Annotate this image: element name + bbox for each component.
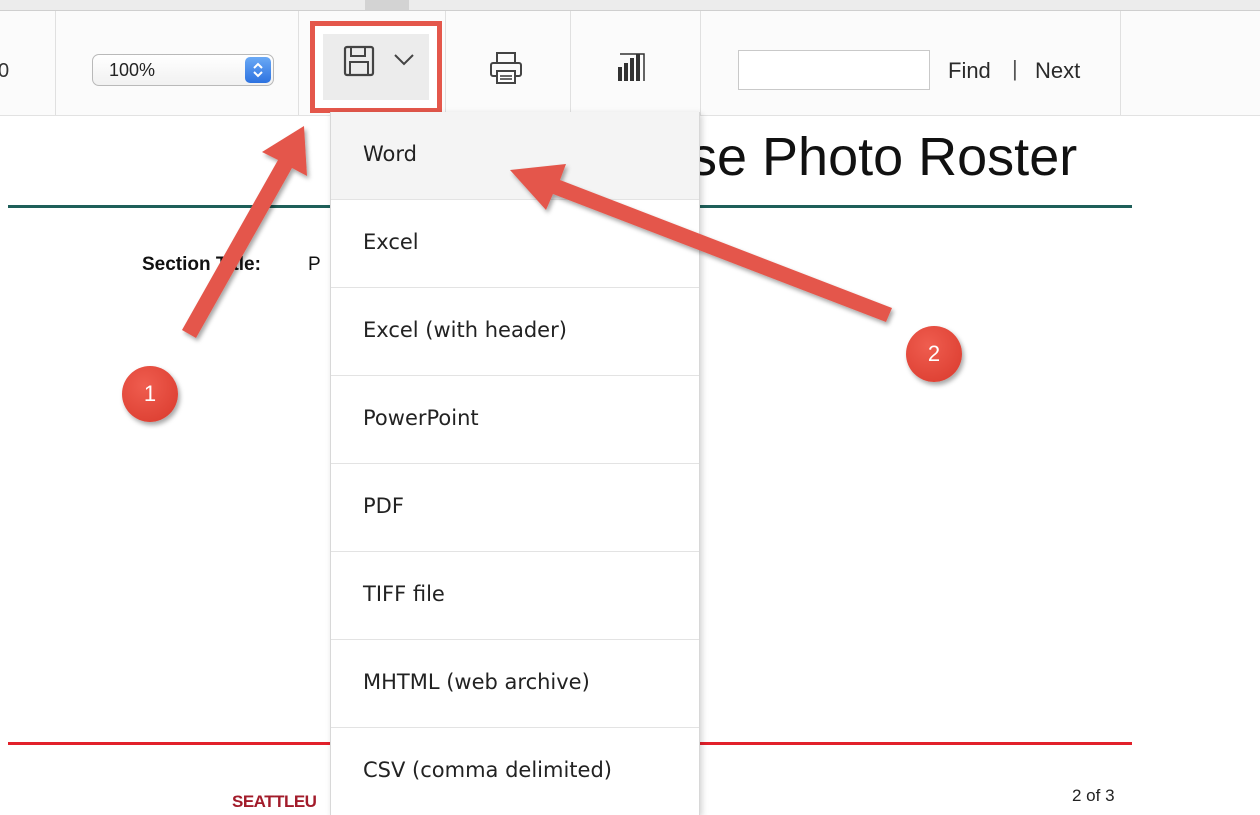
toolbar-separator [445, 11, 446, 115]
find-input[interactable] [738, 50, 930, 90]
menu-item-excel-with-header[interactable]: Excel (with header) [331, 288, 699, 376]
toolbar-separator [55, 11, 56, 115]
toolbar-separator [1120, 11, 1121, 115]
report-title: se Photo Roster [690, 127, 1078, 187]
arrow-1 [182, 126, 307, 338]
menu-item-label: PowerPoint [363, 406, 479, 430]
menu-item-word[interactable]: Word [331, 112, 699, 200]
export-button[interactable] [310, 21, 442, 113]
section-title-value: P [308, 254, 321, 275]
menu-item-excel[interactable]: Excel [331, 200, 699, 288]
menu-item-label: Word [363, 142, 417, 166]
menu-item-label: MHTML (web archive) [363, 670, 590, 694]
printer-icon[interactable] [488, 50, 524, 86]
find-link[interactable]: Find [948, 58, 991, 84]
menu-item-label: PDF [363, 494, 404, 518]
menu-item-powerpoint[interactable]: PowerPoint [331, 376, 699, 464]
scroll-marker [365, 0, 409, 10]
chevron-down-icon [394, 54, 414, 66]
menu-item-label: TIFF file [363, 582, 445, 606]
seattleu-logo: SEATTLEU [232, 792, 317, 811]
menu-item-tiff[interactable]: TIFF file [331, 552, 699, 640]
export-button-highlight [323, 34, 429, 100]
powerbi-icon[interactable] [614, 49, 650, 85]
menu-item-pdf[interactable]: PDF [331, 464, 699, 552]
menu-item-label: Excel (with header) [363, 318, 567, 342]
toolbar-separator [700, 11, 701, 115]
menu-item-label: CSV (comma delimited) [363, 758, 612, 782]
export-format-menu: Word Excel Excel (with header) PowerPoin… [330, 112, 700, 815]
toolbar-separator [298, 11, 299, 115]
step-2-badge: 2 [906, 326, 962, 382]
stepper-icon[interactable] [245, 57, 271, 83]
zoom-value: 100% [109, 60, 156, 80]
step-1-badge: 1 [122, 366, 178, 422]
floppy-disk-icon [343, 45, 375, 77]
menu-item-label: Excel [363, 230, 419, 254]
page-indicator: 2 of 3 [1072, 786, 1115, 805]
find-next-separator: | [1012, 56, 1018, 81]
zoom-select[interactable]: 100% [92, 54, 274, 86]
page-number-fragment: 0 [0, 60, 10, 82]
toolbar-separator [570, 11, 571, 115]
menu-item-mhtml[interactable]: MHTML (web archive) [331, 640, 699, 728]
menu-item-csv[interactable]: CSV (comma delimited) [331, 728, 699, 815]
next-link[interactable]: Next [1035, 58, 1080, 84]
section-title-label: Section Title: [142, 254, 261, 275]
window-top-strip [0, 0, 1260, 11]
